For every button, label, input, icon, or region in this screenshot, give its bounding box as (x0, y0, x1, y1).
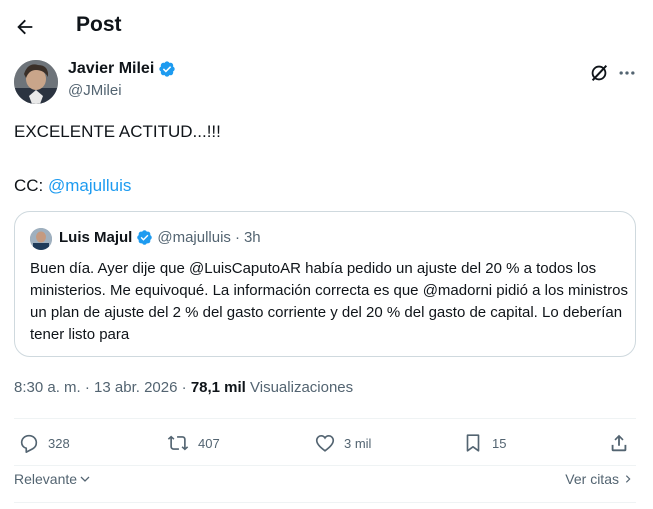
verified-badge-icon (159, 61, 175, 77)
chevron-down-icon (80, 476, 90, 482)
quote-header: Luis Majul @majulluis · 3h (59, 229, 261, 246)
meta-separator: · (80, 379, 95, 396)
post-date[interactable]: 13 abr. 2026 (94, 379, 177, 396)
like-count: 3 mil (344, 435, 372, 451)
reply-button[interactable]: 328 (18, 432, 70, 454)
more-button[interactable] (616, 62, 638, 84)
verified-badge-icon (137, 230, 153, 245)
repost-icon (167, 435, 189, 451)
views-label: Visualizaciones (245, 379, 354, 396)
bookmark-button[interactable]: 15 (462, 432, 506, 454)
quote-author-handle: @majulluis (157, 229, 231, 246)
like-icon (315, 435, 335, 452)
share-icon (611, 434, 627, 452)
bookmark-icon (466, 434, 480, 452)
quote-time: 3h (243, 229, 261, 246)
view-quotes-label: Ver citas (565, 471, 619, 487)
repost-count: 407 (198, 435, 220, 451)
quoted-post[interactable]: Luis Majul @majulluis · 3h Buen día. Aye… (14, 211, 636, 357)
sort-dropdown[interactable]: Relevante (14, 471, 91, 487)
action-bar: 328 407 3 mil 15 (14, 420, 636, 468)
cc-prefix: CC: (14, 176, 48, 195)
share-button[interactable] (608, 432, 630, 454)
post-time[interactable]: 8:30 a. m. (14, 379, 81, 396)
back-arrow-icon (17, 19, 33, 35)
quote-author-name: Luis Majul (59, 229, 133, 246)
avatar[interactable] (14, 60, 58, 104)
cc-mention-link[interactable]: @majulluis (48, 176, 131, 195)
reply-icon (20, 434, 38, 453)
views-count: 78,1 mil (190, 379, 246, 396)
divider (14, 418, 636, 419)
bookmark-count: 15 (492, 435, 507, 451)
author-name[interactable]: Javier Milei (68, 60, 154, 78)
divider (14, 465, 636, 466)
post-cc-line: CC: @majulluis (14, 176, 131, 196)
divider (14, 502, 636, 503)
page-title: Post (76, 13, 122, 36)
quote-text: Buen día. Ayer dije que @LuisCaputoAR ha… (30, 260, 629, 343)
quote-avatar (30, 228, 52, 250)
view-quotes-link[interactable]: Ver citas (565, 471, 633, 487)
sort-label: Relevante (14, 471, 78, 487)
repost-button[interactable]: 407 (166, 432, 220, 454)
author-handle[interactable]: @JMilei (68, 82, 122, 99)
quote-separator: · (234, 229, 240, 246)
grok-button[interactable] (588, 62, 610, 84)
top-bar: Post (0, 0, 653, 54)
back-button[interactable] (10, 12, 40, 42)
author-name-row[interactable]: Javier Milei (68, 60, 176, 78)
post-text: EXCELENTE ACTITUD...!!! (14, 122, 221, 141)
meta-separator: · (177, 379, 191, 396)
post-meta: 8:30 a. m. · 13 abr. 2026 · 78,1 mil Vis… (14, 379, 353, 396)
more-icon (619, 71, 635, 75)
grok-icon (591, 64, 608, 82)
like-button[interactable]: 3 mil (314, 432, 371, 454)
chevron-right-icon (625, 475, 631, 483)
reply-count: 328 (48, 435, 70, 451)
